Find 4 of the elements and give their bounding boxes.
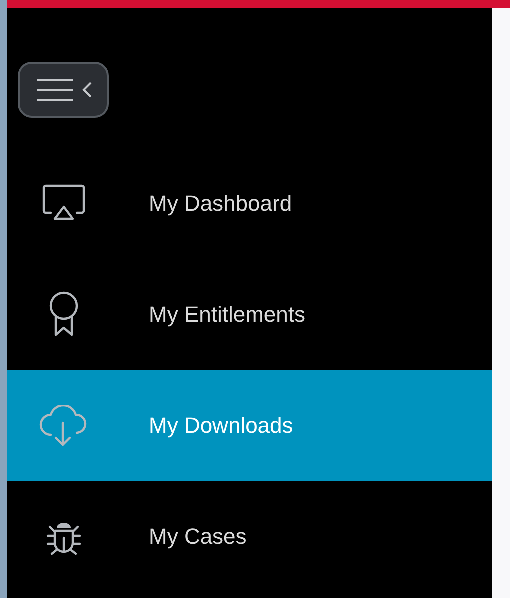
menu-collapse-icon — [34, 77, 92, 103]
menu-toggle-button[interactable] — [18, 62, 109, 118]
cloud-download-icon — [39, 404, 89, 446]
sidebar-item[interactable]: My Downloads — [7, 370, 492, 481]
